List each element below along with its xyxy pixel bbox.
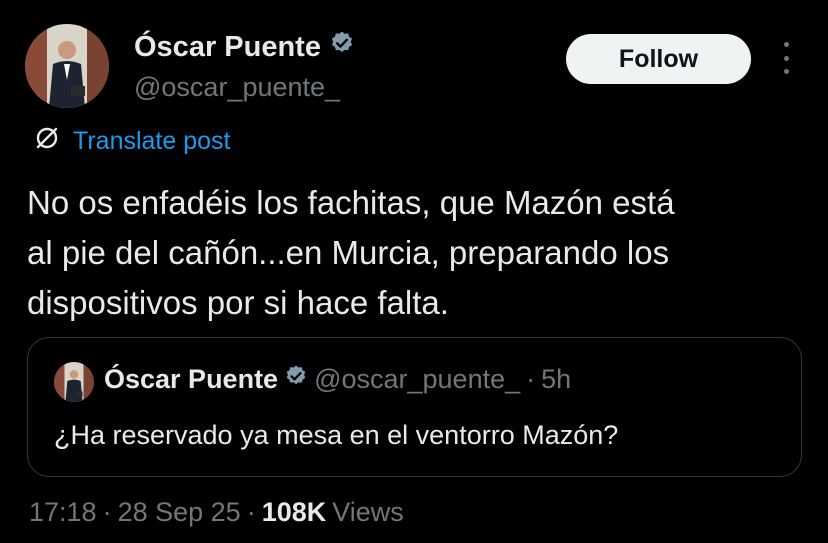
translate-label[interactable]: Translate post — [73, 127, 230, 156]
views-count[interactable]: 108K — [262, 497, 327, 528]
more-vertical-icon[interactable] — [776, 40, 796, 76]
meta-separator: · — [246, 497, 256, 527]
translate-post-link[interactable]: Translate post — [33, 124, 230, 159]
verified-badge-icon — [329, 30, 355, 64]
author-name[interactable]: Óscar Puente — [134, 31, 321, 64]
views-label: Views — [332, 497, 404, 527]
author-handle[interactable]: @oscar_puente_ — [134, 72, 340, 103]
meta-separator: · — [102, 497, 112, 527]
follow-button[interactable]: Follow — [566, 34, 751, 84]
post-text-line: No os enfadéis los fachitas, que Mazón e… — [27, 184, 675, 221]
post-time[interactable]: 17:18 — [29, 497, 97, 528]
post-text: No os enfadéis los fachitas, que Mazón e… — [27, 178, 817, 328]
post-text-line: dispositivos por si hace falta. — [27, 284, 449, 321]
quoted-post-card[interactable]: Óscar Puente @oscar_puente_ · 5h ¿Ha res… — [27, 337, 802, 477]
post-meta: 17:18 · 28 Sep 25 · 108K Views — [29, 497, 404, 528]
quoted-author-name[interactable]: Óscar Puente — [104, 364, 278, 395]
quoted-author-handle[interactable]: @oscar_puente_ — [314, 364, 520, 395]
meta-separator: · — [526, 364, 536, 394]
quoted-post-age[interactable]: 5h — [541, 364, 571, 395]
post-text-line: al pie del cañón...en Murcia, preparando… — [27, 234, 670, 271]
post-date[interactable]: 28 Sep 25 — [118, 497, 241, 528]
quoted-author-avatar[interactable] — [54, 362, 94, 402]
quoted-post-text: ¿Ha reservado ya mesa en el ventorro Maz… — [54, 420, 619, 450]
verified-badge-icon — [284, 364, 308, 395]
translate-icon — [33, 124, 61, 159]
author-name-row[interactable]: Óscar Puente — [134, 30, 355, 64]
author-avatar[interactable] — [25, 24, 109, 108]
quoted-post-header: Óscar Puente @oscar_puente_ · 5h — [104, 364, 571, 395]
